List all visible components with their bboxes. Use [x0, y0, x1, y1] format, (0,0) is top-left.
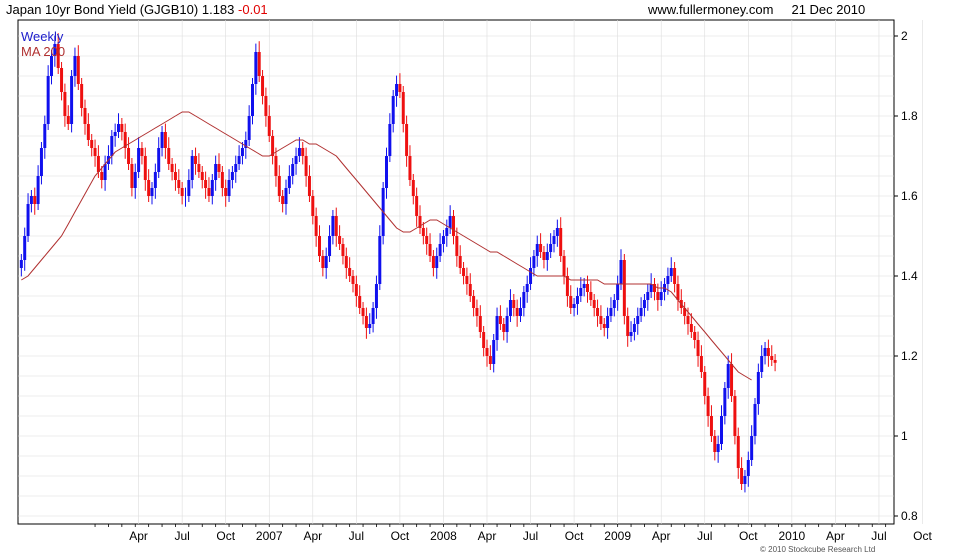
y-tick-label: 1.6 — [901, 189, 918, 203]
y-tick-label: 1 — [901, 429, 908, 443]
x-tick-label: Apr — [303, 529, 322, 543]
x-tick-label: Oct — [913, 529, 932, 543]
y-axis: 0.8 1 1.2 1.4 1.6 1.8 2 — [894, 29, 918, 523]
x-tick-label: Jul — [697, 529, 712, 543]
x-tick-label: Oct — [391, 529, 410, 543]
y-tick-label: 2 — [901, 29, 908, 43]
x-tick-label: Jul — [523, 529, 538, 543]
x-tick-label: Apr — [826, 529, 845, 543]
legend-ma200: MA 200 — [21, 44, 65, 59]
x-axis: Apr Jul Oct 2007 Apr Jul Oct 2008 Apr Jul Oct 2009 A… — [94, 524, 932, 543]
x-tick-label: Jul — [174, 529, 189, 543]
x-tick-label: Oct — [216, 529, 235, 543]
x-tick-label: 2010 — [778, 529, 805, 543]
plot-area — [17, 19, 895, 525]
x-tick-label: Apr — [129, 529, 148, 543]
y-tick-label: 1.8 — [901, 109, 918, 123]
x-tick-label: Jul — [349, 529, 364, 543]
x-tick-label: Oct — [739, 529, 758, 543]
copyright-notice: © 2010 Stockcube Research Ltd — [760, 545, 876, 554]
x-tick-label: Oct — [565, 529, 584, 543]
x-tick-label: 2007 — [256, 529, 283, 543]
y-tick-label: 0.8 — [901, 509, 918, 523]
x-tick-label: 2009 — [604, 529, 631, 543]
y-tick-label: 1.2 — [901, 349, 918, 363]
x-tick-label: 2008 — [430, 529, 457, 543]
x-tick-label: Apr — [478, 529, 497, 543]
x-tick-label: Jul — [871, 529, 886, 543]
legend-weekly: Weekly — [21, 29, 64, 44]
x-tick-label: Apr — [652, 529, 671, 543]
y-tick-label: 1.4 — [901, 269, 918, 283]
chart-svg: 0.8 1 1.2 1.4 1.6 1.8 2 Apr Jul Oct 2007 Apr Jul Oct… — [17, 19, 932, 543]
